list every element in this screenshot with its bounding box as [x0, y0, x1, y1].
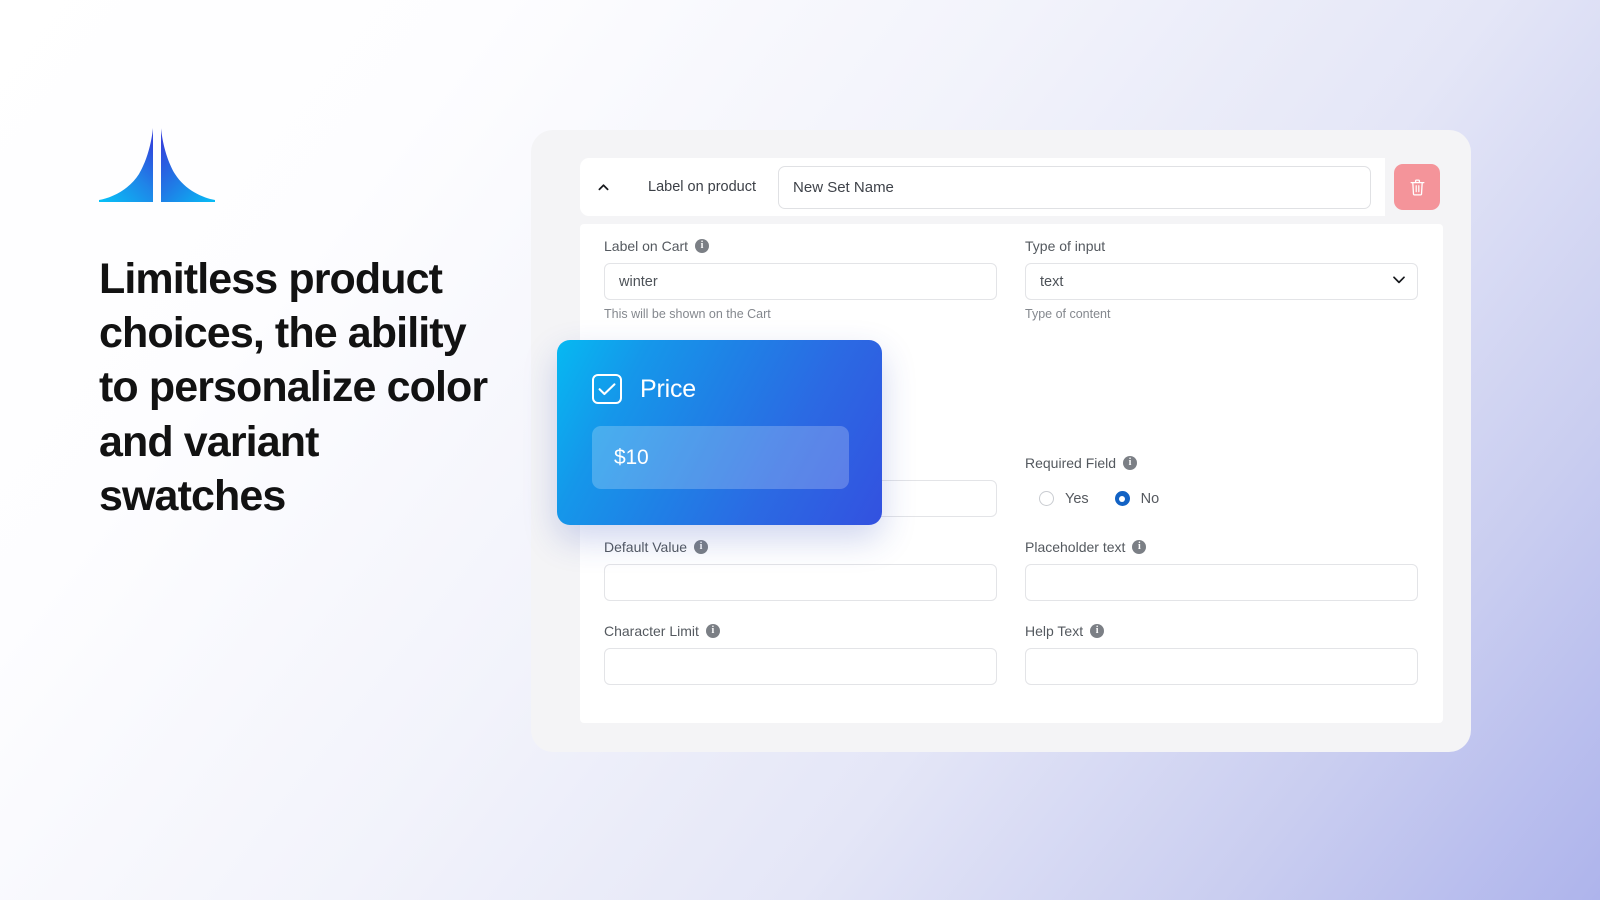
default-value-label: Default Value i	[604, 539, 997, 555]
help-text-text: Help Text	[1025, 623, 1084, 639]
set-name-input[interactable]	[778, 165, 1371, 209]
default-value-input[interactable]	[604, 564, 997, 601]
field-default-value: Default Value i	[604, 539, 997, 601]
character-limit-text: Character Limit	[604, 623, 699, 639]
radio-required-no[interactable]: No	[1114, 490, 1160, 507]
promo-headline: Limitless product choices, the ability t…	[99, 255, 488, 520]
trash-icon	[1410, 178, 1424, 196]
default-value-text: Default Value	[604, 539, 688, 555]
help-text-label: Help Text i	[1025, 623, 1418, 639]
type-of-input-text: Type of input	[1025, 238, 1106, 254]
field-type-of-input: Type of input Type of content	[1025, 238, 1418, 321]
form-row-3: Default Value i Placeholder text i	[604, 517, 1419, 601]
label-on-cart-text: Label on Cart	[604, 238, 689, 254]
option-set-header: Label on product	[580, 158, 1440, 216]
form-row-4: Character Limit i Help Text i	[604, 601, 1419, 685]
info-icon[interactable]: i	[705, 624, 720, 638]
chevron-up-icon[interactable]	[580, 158, 627, 216]
required-field-label: Required Field i	[1025, 455, 1418, 471]
type-of-input-helper: Type of content	[1025, 307, 1111, 321]
info-icon[interactable]: i	[1090, 624, 1105, 638]
checkmark-icon	[598, 382, 616, 395]
info-icon[interactable]: i	[1132, 540, 1147, 554]
delete-set-button[interactable]	[1394, 164, 1440, 210]
type-of-input-select[interactable]	[1025, 263, 1418, 300]
price-card-header: Price	[557, 340, 882, 404]
info-icon[interactable]: i	[695, 239, 710, 253]
character-limit-label: Character Limit i	[604, 623, 997, 639]
label-on-cart-helper: This will be shown on the Cart	[604, 307, 771, 321]
price-value-text: $10	[614, 445, 649, 469]
type-of-input-label: Type of input	[1025, 238, 1418, 254]
mega-m-logo-icon	[99, 128, 215, 202]
radio-required-yes[interactable]: Yes	[1039, 491, 1089, 507]
label-on-cart-label: Label on Cart i	[604, 238, 997, 254]
field-placeholder-text: Placeholder text i	[1025, 539, 1418, 601]
field-character-limit: Character Limit i	[604, 623, 997, 685]
radio-label-no: No	[1140, 490, 1160, 507]
info-icon[interactable]: i	[694, 540, 709, 554]
required-field-text: Required Field	[1025, 455, 1117, 471]
radio-label-yes: Yes	[1065, 490, 1089, 507]
placeholder-text-label: Placeholder text i	[1025, 539, 1418, 555]
radio-dot-selected	[1114, 491, 1130, 506]
label-on-cart-input[interactable]	[604, 263, 997, 300]
price-card-title: Price	[640, 374, 696, 403]
character-limit-input[interactable]	[604, 648, 997, 685]
required-field-radio-group: Yes No	[1025, 480, 1418, 517]
field-required: Required Field i Yes No	[1025, 455, 1418, 517]
field-help-text: Help Text i	[1025, 623, 1418, 685]
placeholder-text-input[interactable]	[1025, 564, 1418, 601]
placeholder-text-text: Placeholder text	[1025, 539, 1126, 555]
info-icon[interactable]: i	[1123, 456, 1138, 470]
label-on-product-strip: Label on product	[627, 158, 1385, 216]
price-value-input[interactable]: $10	[592, 426, 849, 489]
field-label-on-cart: Label on Cart i This will be shown on th…	[604, 238, 997, 321]
promo-panel: Limitless product choices, the ability t…	[99, 128, 519, 523]
price-option-card: Price $10	[557, 340, 882, 525]
label-on-product-label: Label on product	[648, 179, 757, 195]
help-text-input[interactable]	[1025, 648, 1418, 685]
form-row-1: Label on Cart i This will be shown on th…	[604, 224, 1419, 321]
price-checkbox[interactable]	[592, 374, 622, 404]
radio-dot-unselected	[1039, 491, 1054, 506]
